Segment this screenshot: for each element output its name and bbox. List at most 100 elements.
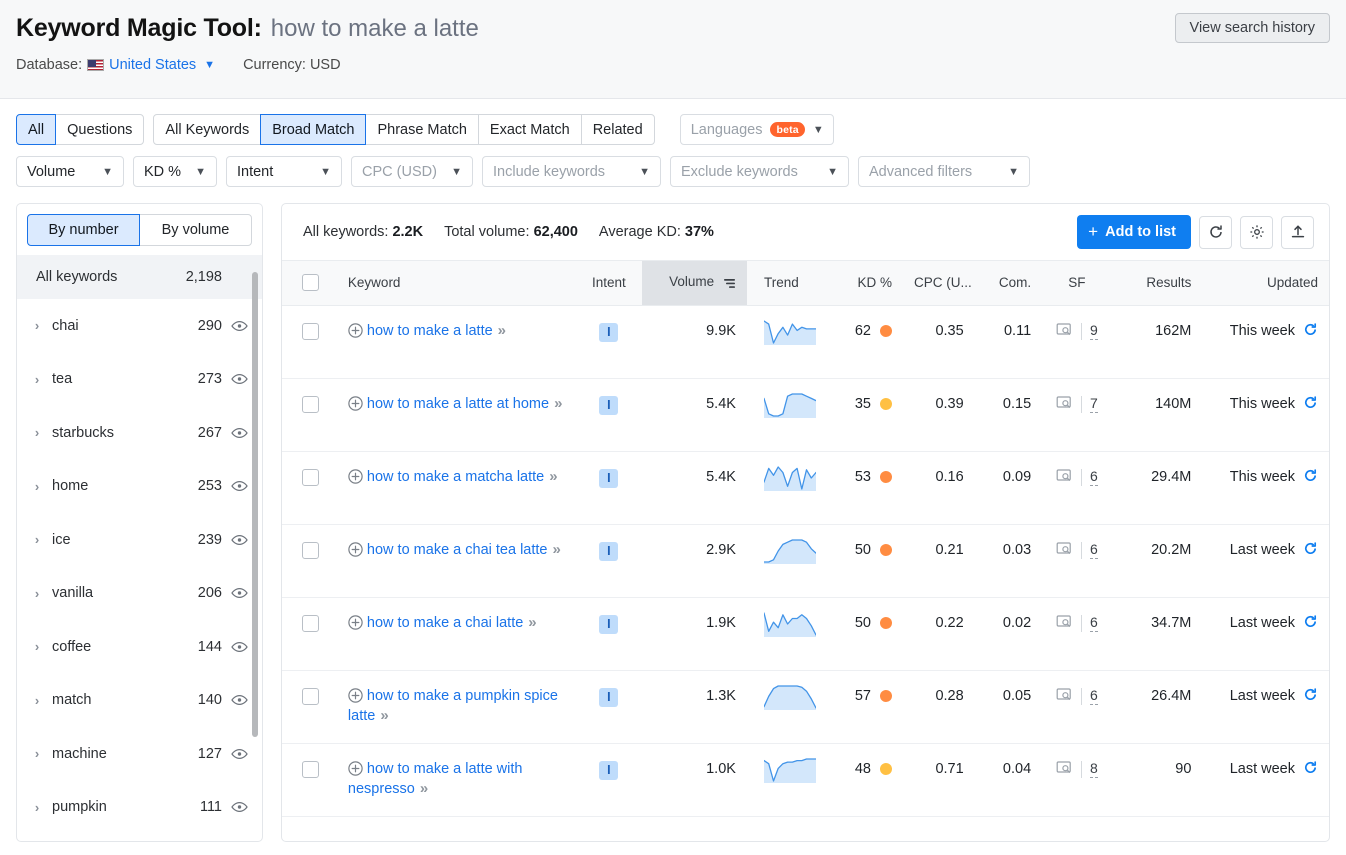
row-select-cell[interactable] — [282, 451, 339, 524]
chevron-right-icon[interactable]: › — [29, 639, 45, 654]
view-search-history-button[interactable]: View search history — [1175, 13, 1330, 43]
header-sf[interactable]: SF — [1042, 261, 1112, 305]
sidebar-item-coffee[interactable]: ›coffee144 — [17, 620, 262, 674]
header-results[interactable]: Results — [1112, 261, 1203, 305]
database-selector[interactable]: Database: United States ▼ — [16, 57, 215, 73]
chevron-right-icon[interactable]: › — [29, 479, 45, 494]
keyword-link[interactable]: how to make a latte — [367, 323, 493, 339]
serp-feature-icon[interactable] — [1056, 760, 1073, 779]
refresh-row-icon[interactable] — [1303, 614, 1318, 633]
serp-feature-icon[interactable] — [1056, 541, 1073, 560]
sidebar-item-tea[interactable]: ›tea273 — [17, 353, 262, 407]
expand-keyword-icon[interactable]: » — [552, 541, 558, 558]
sidebar-item-match[interactable]: ›match140 — [17, 674, 262, 728]
expand-keyword-icon[interactable]: » — [554, 395, 560, 412]
eye-icon[interactable] — [222, 534, 248, 546]
refresh-row-icon[interactable] — [1303, 395, 1318, 414]
chevron-right-icon[interactable]: › — [29, 746, 45, 761]
row-checkbox[interactable] — [302, 323, 319, 340]
chevron-right-icon[interactable]: › — [29, 693, 45, 708]
table-row[interactable]: how to make a latte»I9.9K620.350.119162M… — [282, 305, 1329, 378]
header-kd[interactable]: KD % — [838, 261, 903, 305]
advanced-filters[interactable]: Advanced filters ▼ — [858, 156, 1030, 187]
tab-phrase-match[interactable]: Phrase Match — [365, 114, 478, 145]
eye-icon[interactable] — [222, 694, 248, 706]
keyword-link[interactable]: how to make a chai tea latte — [367, 542, 548, 558]
exclude-keywords-filter[interactable]: Exclude keywords ▼ — [670, 156, 849, 187]
tab-related[interactable]: Related — [581, 114, 655, 145]
refresh-row-icon[interactable] — [1303, 541, 1318, 560]
sidebar-item-machine[interactable]: ›machine127 — [17, 727, 262, 781]
eye-icon[interactable] — [222, 641, 248, 653]
expand-keyword-icon[interactable]: » — [380, 707, 386, 724]
intent-cell[interactable]: I — [576, 305, 641, 378]
refresh-row-icon[interactable] — [1303, 687, 1318, 706]
chevron-right-icon[interactable]: › — [29, 425, 45, 440]
header-keyword[interactable]: Keyword — [339, 261, 576, 305]
chevron-right-icon[interactable]: › — [29, 586, 45, 601]
table-row[interactable]: how to make a pumpkin spice latte»I1.3K5… — [282, 670, 1329, 743]
volume-filter[interactable]: Volume ▼ — [16, 156, 124, 187]
sidebar-scrollbar[interactable] — [252, 272, 258, 737]
serp-feature-icon[interactable] — [1056, 468, 1073, 487]
tab-all[interactable]: All — [16, 114, 56, 145]
table-row[interactable]: how to make a latte with nespresso»I1.0K… — [282, 743, 1329, 816]
sidebar-item-home[interactable]: ›home253 — [17, 460, 262, 514]
table-row[interactable]: how to make a chai latte»I1.9K500.220.02… — [282, 597, 1329, 670]
refresh-row-icon[interactable] — [1303, 322, 1318, 341]
select-all-checkbox[interactable] — [302, 274, 319, 291]
tab-broad-match[interactable]: Broad Match — [260, 114, 366, 145]
intent-cell[interactable]: I — [576, 378, 641, 451]
chevron-right-icon[interactable]: › — [29, 800, 45, 815]
row-checkbox[interactable] — [302, 761, 319, 778]
table-row[interactable]: how to make a chai tea latte»I2.9K500.21… — [282, 524, 1329, 597]
export-button[interactable] — [1281, 216, 1314, 249]
row-checkbox[interactable] — [302, 688, 319, 705]
row-select-cell[interactable] — [282, 670, 339, 743]
serp-feature-icon[interactable] — [1056, 687, 1073, 706]
row-select-cell[interactable] — [282, 597, 339, 670]
header-intent[interactable]: Intent — [576, 261, 641, 305]
row-checkbox[interactable] — [302, 396, 319, 413]
chevron-right-icon[interactable]: › — [29, 318, 45, 333]
keyword-link[interactable]: how to make a matcha latte — [367, 469, 544, 485]
intent-filter[interactable]: Intent ▼ — [226, 156, 342, 187]
sort-by-number-button[interactable]: By number — [27, 214, 140, 246]
eye-icon[interactable] — [222, 373, 248, 385]
eye-icon[interactable] — [222, 320, 248, 332]
settings-gear-button[interactable] — [1240, 216, 1273, 249]
sf-count[interactable]: 6 — [1090, 614, 1098, 632]
row-select-cell[interactable] — [282, 378, 339, 451]
refresh-button[interactable] — [1199, 216, 1232, 249]
eye-icon[interactable] — [222, 480, 248, 492]
chevron-right-icon[interactable]: › — [29, 532, 45, 547]
sf-count[interactable]: 6 — [1090, 468, 1098, 486]
cpc-filter[interactable]: CPC (USD) ▼ — [351, 156, 473, 187]
row-checkbox[interactable] — [302, 615, 319, 632]
sf-count[interactable]: 8 — [1090, 760, 1098, 778]
sf-count[interactable]: 9 — [1090, 322, 1098, 340]
expand-keyword-icon[interactable]: » — [528, 614, 534, 631]
header-updated[interactable]: Updated — [1202, 261, 1329, 305]
sort-by-volume-button[interactable]: By volume — [139, 214, 252, 246]
eye-icon[interactable] — [222, 427, 248, 439]
chevron-right-icon[interactable]: › — [29, 372, 45, 387]
eye-icon[interactable] — [222, 748, 248, 760]
sidebar-item-chai[interactable]: ›chai290 — [17, 299, 262, 353]
intent-cell[interactable]: I — [576, 670, 641, 743]
refresh-row-icon[interactable] — [1303, 760, 1318, 779]
serp-feature-icon[interactable] — [1056, 395, 1073, 414]
header-volume[interactable]: Volume — [642, 261, 747, 305]
row-select-cell[interactable] — [282, 305, 339, 378]
kd-filter[interactable]: KD % ▼ — [133, 156, 217, 187]
row-select-cell[interactable] — [282, 524, 339, 597]
include-keywords-filter[interactable]: Include keywords ▼ — [482, 156, 661, 187]
sidebar-item-vanilla[interactable]: ›vanilla206 — [17, 567, 262, 621]
sf-count[interactable]: 6 — [1090, 687, 1098, 705]
languages-dropdown[interactable]: Languages beta ▼ — [680, 114, 834, 145]
keyword-link[interactable]: how to make a chai latte — [367, 615, 523, 631]
row-checkbox[interactable] — [302, 469, 319, 486]
sidebar-item-starbucks[interactable]: ›starbucks267 — [17, 406, 262, 460]
tab-all-keywords[interactable]: All Keywords — [153, 114, 261, 145]
serp-feature-icon[interactable] — [1056, 614, 1073, 633]
